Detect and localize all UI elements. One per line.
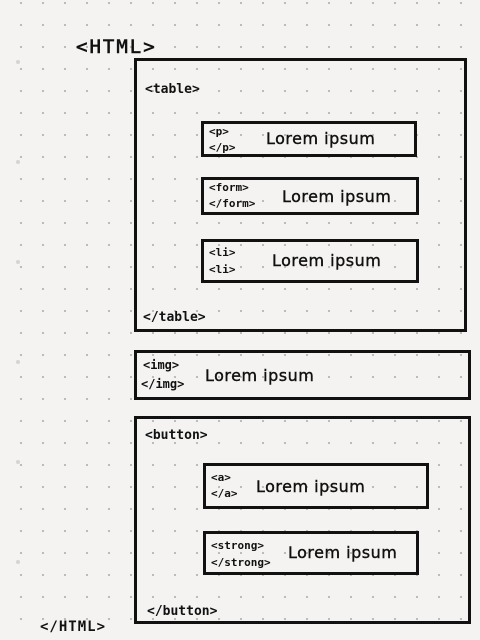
a-text: Lorem ipsum bbox=[256, 477, 366, 496]
a-element-box: <a> </a> Lorem ipsum bbox=[203, 463, 429, 509]
li-text: Lorem ipsum bbox=[272, 251, 382, 270]
binding-hole bbox=[16, 160, 20, 164]
table-block: <table> </table> <p> </p> Lorem ipsum <f… bbox=[134, 58, 467, 332]
p-element-box: <p> </p> Lorem ipsum bbox=[201, 121, 417, 157]
a-open-tag: <a> bbox=[211, 471, 231, 484]
form-open-tag: <form> bbox=[209, 181, 249, 194]
button-open-tag: <button> bbox=[145, 428, 208, 443]
img-open-tag: <img> bbox=[143, 358, 180, 372]
p-close-tag: </p> bbox=[209, 141, 236, 154]
binding-hole bbox=[16, 260, 20, 264]
img-block: <img> </img> Lorem ipsum bbox=[134, 350, 471, 400]
form-text: Lorem ipsum bbox=[282, 187, 392, 206]
binding-hole bbox=[16, 560, 20, 564]
binding-hole bbox=[16, 460, 20, 464]
strong-text: Lorem ipsum bbox=[288, 543, 398, 562]
button-close-tag: </button> bbox=[147, 604, 218, 619]
img-text: Lorem ipsum bbox=[205, 366, 315, 385]
p-open-tag: <p> bbox=[209, 125, 229, 138]
binding-hole bbox=[16, 60, 20, 64]
button-block: <button> </button> <a> </a> Lorem ipsum … bbox=[134, 416, 471, 624]
form-close-tag: </form> bbox=[209, 197, 256, 210]
a-close-tag: </a> bbox=[211, 487, 238, 500]
table-close-tag: </table> bbox=[143, 310, 206, 325]
img-close-tag: </img> bbox=[141, 377, 185, 391]
strong-close-tag: </strong> bbox=[211, 556, 271, 569]
strong-open-tag: <strong> bbox=[211, 539, 264, 552]
p-text: Lorem ipsum bbox=[266, 129, 376, 148]
strong-element-box: <strong> </strong> Lorem ipsum bbox=[203, 531, 419, 575]
li-element-box: <li> <li> Lorem ipsum bbox=[201, 239, 419, 283]
html-open-tag: <HTML> bbox=[76, 36, 157, 58]
li-open-tag: <li> bbox=[209, 246, 236, 259]
page-binding bbox=[10, 0, 24, 640]
binding-hole bbox=[16, 360, 20, 364]
html-close-tag: </HTML> bbox=[40, 619, 107, 635]
li-close-tag: <li> bbox=[209, 263, 236, 276]
form-element-box: <form> </form> Lorem ipsum bbox=[201, 177, 419, 215]
table-open-tag: <table> bbox=[145, 82, 200, 97]
